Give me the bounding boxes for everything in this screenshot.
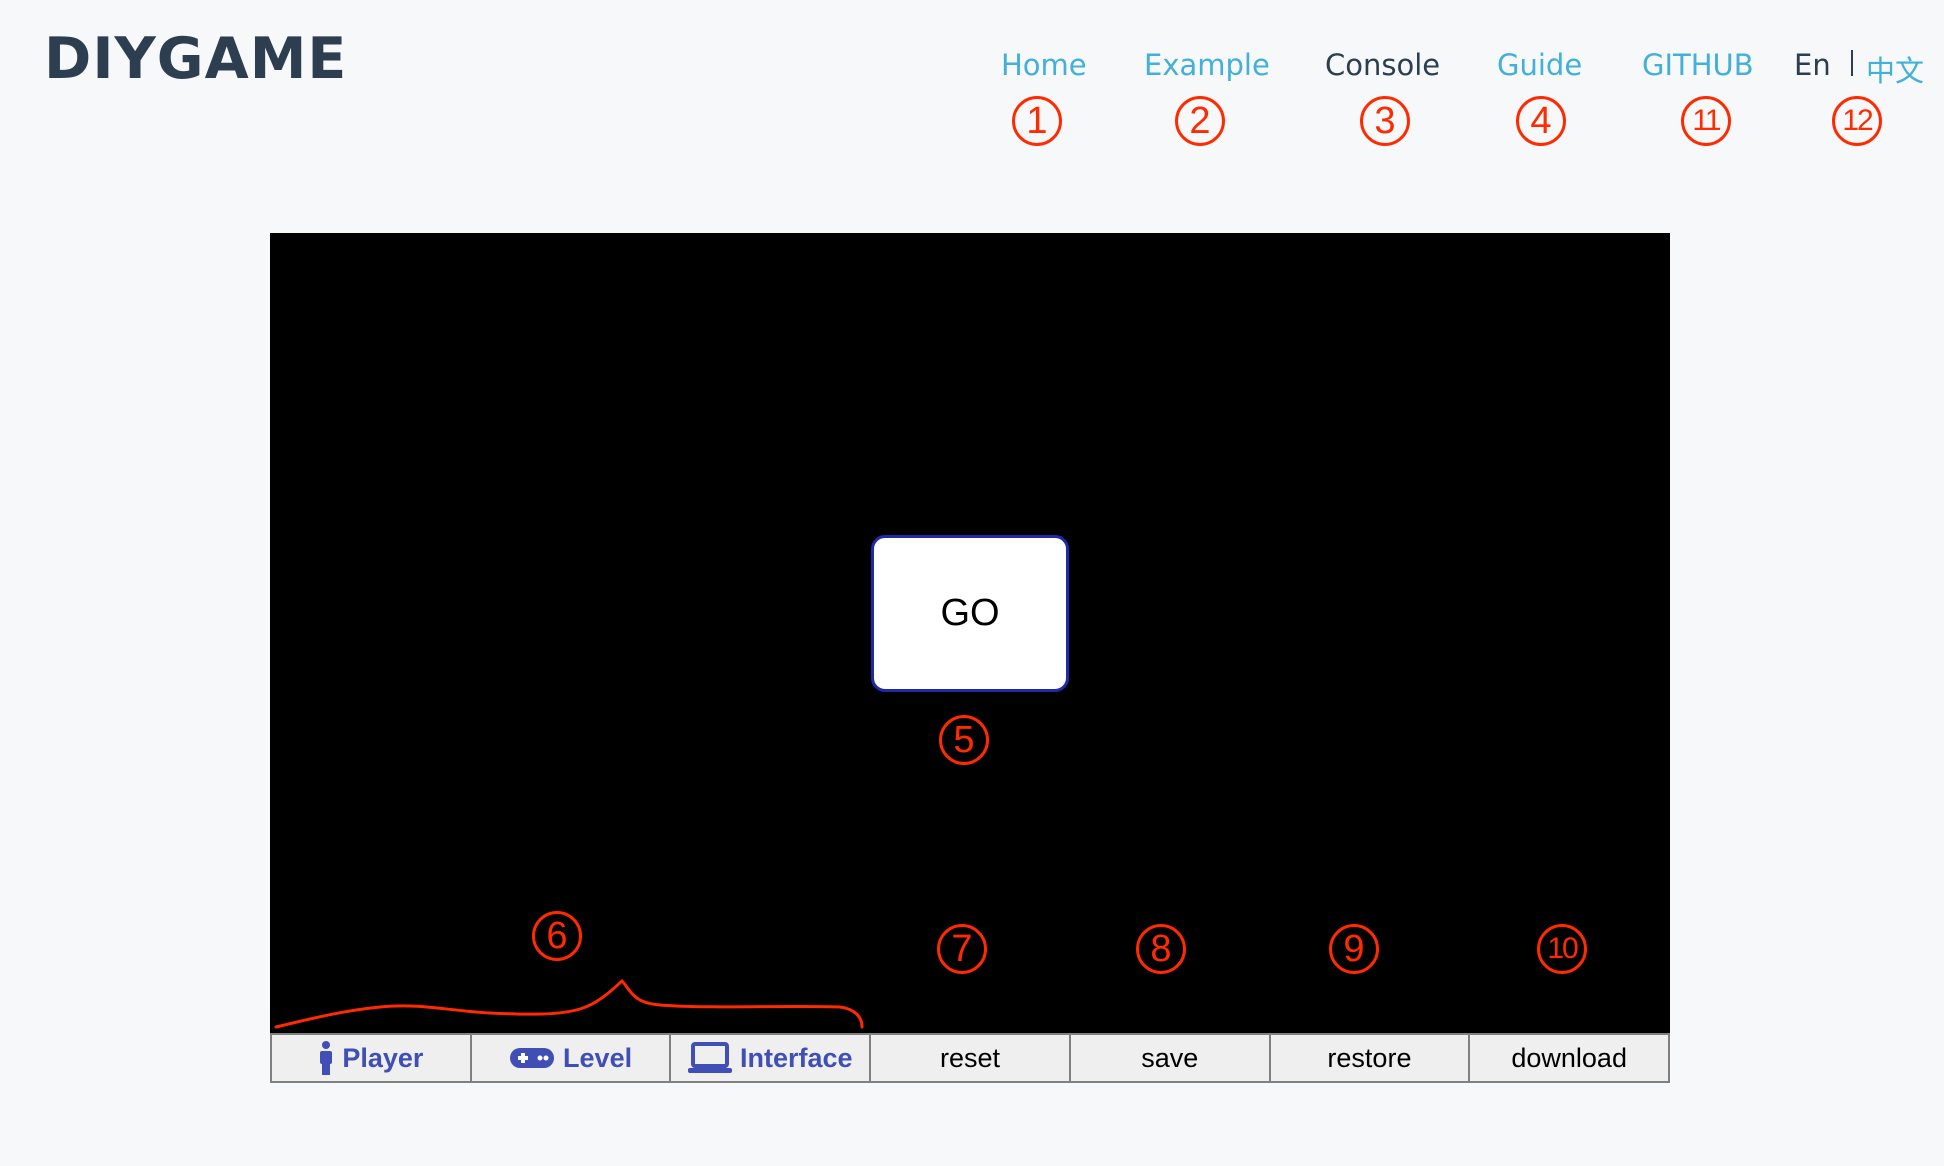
nav-example[interactable]: Example xyxy=(1144,48,1270,82)
go-button[interactable]: GO xyxy=(871,535,1069,692)
reset-button[interactable]: reset xyxy=(869,1033,1071,1083)
nav-home[interactable]: Home xyxy=(1001,48,1087,82)
tab-interface[interactable]: Interface xyxy=(669,1033,872,1083)
annotation-marker-5: 5 xyxy=(939,715,989,765)
annotation-brace xyxy=(274,978,864,1029)
save-button[interactable]: save xyxy=(1068,1033,1271,1083)
lang-en[interactable]: En xyxy=(1794,48,1831,82)
page: DIYGAME Home Example Console Guide GITHU… xyxy=(0,0,1944,1166)
annotation-marker-2: 2 xyxy=(1175,96,1225,146)
annotation-marker-11: 11 xyxy=(1681,96,1731,146)
toolbar: Player Level Interface reset save restor… xyxy=(270,1033,1671,1083)
annotation-marker-8: 8 xyxy=(1136,924,1186,974)
person-icon xyxy=(318,1041,334,1075)
tab-level-label: Level xyxy=(563,1042,633,1073)
tab-player[interactable]: Player xyxy=(270,1033,472,1083)
lang-separator xyxy=(1851,50,1853,76)
brace-path xyxy=(274,978,864,1029)
annotation-marker-10: 10 xyxy=(1537,924,1587,974)
annotation-marker-1: 1 xyxy=(1012,96,1062,146)
annotation-marker-7: 7 xyxy=(937,924,987,974)
tab-interface-label: Interface xyxy=(740,1042,853,1073)
laptop-icon xyxy=(688,1042,733,1074)
annotation-marker-6: 6 xyxy=(532,911,582,961)
annotation-marker-4: 4 xyxy=(1516,96,1566,146)
nav-guide[interactable]: Guide xyxy=(1497,48,1582,82)
restore-button[interactable]: restore xyxy=(1268,1033,1471,1083)
annotation-marker-12: 12 xyxy=(1832,96,1882,146)
lang-zh[interactable]: 中文 xyxy=(1866,48,1924,90)
site-logo[interactable]: DIYGAME xyxy=(44,26,347,92)
gamepad-icon xyxy=(509,1046,555,1070)
download-button[interactable]: download xyxy=(1468,1033,1671,1083)
annotation-marker-3: 3 xyxy=(1360,96,1410,146)
annotation-marker-9: 9 xyxy=(1329,924,1379,974)
nav-github[interactable]: GITHUB xyxy=(1642,48,1754,82)
nav-console[interactable]: Console xyxy=(1325,48,1440,82)
tab-player-label: Player xyxy=(342,1042,424,1073)
tab-level[interactable]: Level xyxy=(469,1033,672,1083)
